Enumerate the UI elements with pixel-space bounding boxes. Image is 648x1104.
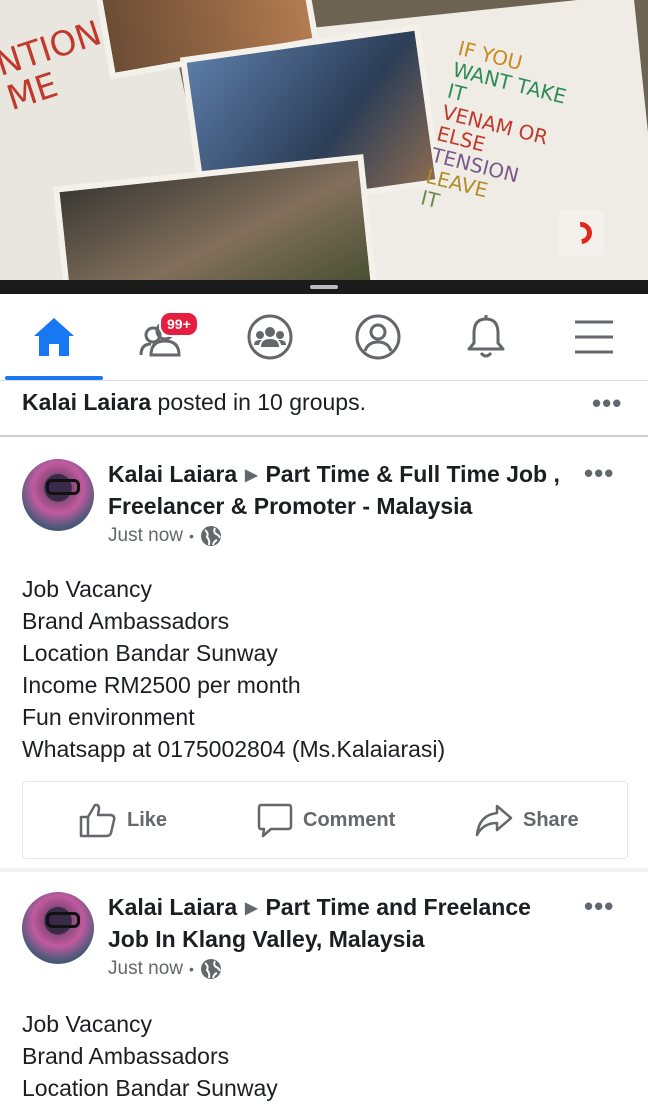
post-header: Kalai Laiara ▶ Part Time & Full Time Job ,… [108,459,568,521]
post-action-bar: Like Comment Share [22,781,628,859]
sony-music-logo [558,210,604,256]
video-player[interactable]: NTION ME IF YOU WANT TAKE IT VENAM OR EL… [0,0,648,280]
triangle-right-icon: ▶ [245,467,258,484]
comment-icon [257,803,293,838]
post-line: Fun environment [22,704,195,730]
video-divider [0,280,648,294]
meta-separator: • [188,961,194,977]
tab-menu[interactable] [564,310,624,364]
thumbs-up-icon [79,803,116,838]
home-icon [34,318,74,356]
post-line: Income RM2500 per month [22,672,301,698]
share-arrow-icon [475,804,513,837]
drag-handle[interactable] [310,285,338,289]
post-timestamp[interactable]: Just now [108,525,183,547]
triangle-right-icon: ▶ [245,900,258,917]
summary-description: posted in 10 groups. [151,389,366,415]
multi-post-summary: Kalai Laiara posted in 10 groups. ••• [0,381,648,437]
post-line: Location Bandar Sunway [22,640,278,666]
post-line: Whatsapp at 0175002804 (Ms.Kalaiarasi) [22,736,446,762]
post-meta: Just now • [108,525,222,547]
post-line: Brand Ambassadors [22,608,230,634]
post-card: Kalai Laiara ▶ Part Time & Full Time Job ,… [0,437,648,867]
comment-button[interactable]: Comment [257,802,395,838]
summary-author[interactable]: Kalai Laiara [22,389,151,415]
post-line: Location Bandar Sunway [22,1075,278,1101]
post-more-options-icon[interactable]: ••• [584,460,614,486]
menu-icon [575,320,613,354]
friends-badge: 99+ [159,311,199,337]
share-label: Share [523,808,579,831]
profile-icon [355,314,401,360]
post-line: Brand Ambassadors [22,1043,230,1069]
globe-icon [200,526,221,546]
tab-home[interactable] [24,310,84,364]
post-card: Kalai Laiara ▶ Part Time and Freelance Job… [0,872,648,1101]
tab-notifications[interactable] [456,310,516,364]
active-tab-indicator [5,376,103,380]
post-author[interactable]: Kalai Laiara [108,461,237,487]
post-author[interactable]: Kalai Laiara [108,894,237,920]
summary-more-options-icon[interactable]: ••• [592,390,622,416]
like-button[interactable]: Like [79,802,167,838]
post-header: Kalai Laiara ▶ Part Time and Freelance Job… [108,892,568,954]
comment-label: Comment [303,808,396,831]
summary-text: Kalai Laiara posted in 10 groups. [22,389,366,416]
bell-icon [467,315,505,358]
tab-profile[interactable] [348,310,408,364]
avatar[interactable] [22,892,94,964]
post-body: Job Vacancy Brand Ambassadors Location B… [22,1008,278,1104]
meta-separator: • [188,528,194,544]
like-label: Like [127,808,168,831]
share-button[interactable]: Share [475,802,579,838]
globe-icon [200,959,221,979]
avatar[interactable] [22,459,94,531]
groups-icon [247,314,293,360]
top-nav-bar: 99+ [0,294,648,381]
post-more-options-icon[interactable]: ••• [584,893,614,919]
post-meta: Just now • [108,958,222,980]
post-line: Job Vacancy [22,576,152,602]
post-line: Job Vacancy [22,1011,152,1037]
tab-groups[interactable] [240,310,300,364]
post-timestamp[interactable]: Just now [108,958,183,980]
post-body: Job Vacancy Brand Ambassadors Location B… [22,573,445,765]
